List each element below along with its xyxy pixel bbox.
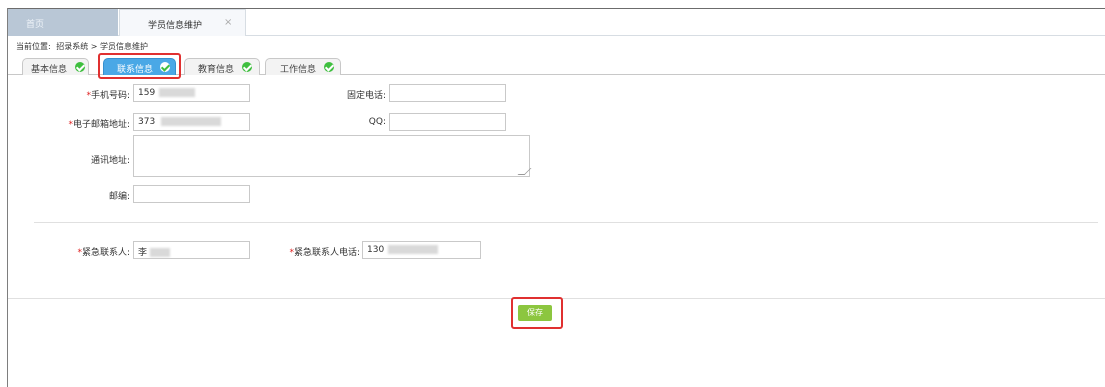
check-icon [242,62,252,72]
breadcrumb: 当前位置: 招录系统 > 学员信息维护 [16,41,151,52]
subtab-work-info[interactable]: 工作信息 [265,58,341,75]
emergency-phone-label: *紧急联系人电话: [289,248,360,258]
highlight-box-contact-tab [98,53,181,79]
landline-label: 固定电话: [346,91,386,101]
redacted-blur [388,245,439,254]
tab-student-info[interactable]: 学员信息维护 × [119,9,246,36]
tab-student-info-label: 学员信息维护 [148,21,203,31]
subtab-work-info-label: 工作信息 [280,65,317,75]
redacted-blur [161,117,222,126]
frame-left-border [7,8,8,387]
email-label: *电子邮箱地址: [68,120,130,130]
landline-input[interactable] [389,84,506,102]
check-icon [75,62,85,72]
emergency-contact-input[interactable]: 李 [133,241,250,259]
emergency-phone-input[interactable]: 130 [362,241,481,259]
top-strip [0,0,1105,8]
mobile-input[interactable]: 159 [133,84,250,102]
breadcrumb-path: 招录系统 > 学员信息维护 [56,42,149,51]
mobile-label: *手机号码: [86,91,130,101]
email-input[interactable]: 373 [133,113,250,131]
qq-label: QQ: [368,117,386,127]
qq-input[interactable] [389,113,506,131]
address-textarea[interactable] [133,135,532,177]
emergency-contact-label: *紧急联系人: [77,248,130,258]
section-divider [34,222,1098,223]
subtab-basic-info-label: 基本信息 [31,65,68,75]
address-label: 通讯地址: [90,156,130,166]
tab-home-label: 首页 [26,20,45,30]
redacted-blur [150,248,171,257]
check-icon [324,62,334,72]
subtab-basic-info[interactable]: 基本信息 [22,58,89,75]
resize-grip-icon[interactable] [517,168,532,175]
breadcrumb-prefix: 当前位置: [16,42,51,51]
close-icon[interactable]: × [224,17,232,28]
postcode-label: 邮编: [108,192,130,202]
highlight-box-save [511,297,563,329]
tab-home[interactable]: 首页 [8,9,118,36]
postcode-input[interactable] [133,185,250,203]
subtab-education-info[interactable]: 教育信息 [184,58,260,75]
redacted-blur [159,88,196,97]
subtab-education-info-label: 教育信息 [198,65,235,75]
